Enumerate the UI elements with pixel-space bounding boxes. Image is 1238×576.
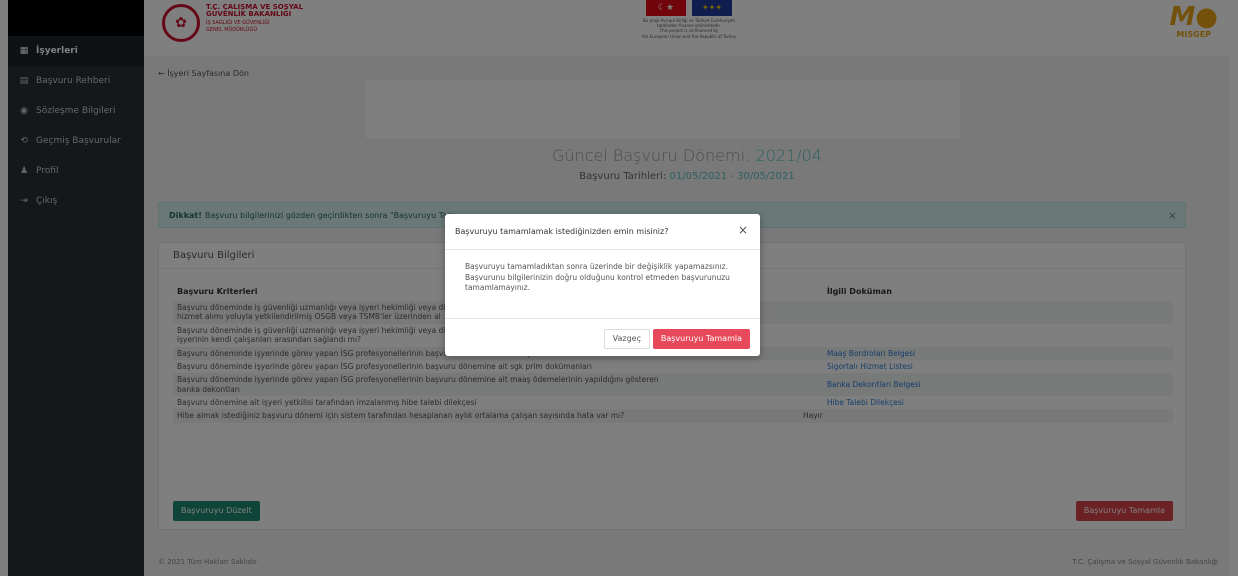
- confirm-modal: Başvuruyu tamamlamak istediğinizden emin…: [445, 214, 760, 356]
- confirm-complete-button[interactable]: Başvuruyu Tamamla: [652, 329, 750, 349]
- modal-footer: Vazgeç Başvuruyu Tamamla: [445, 318, 760, 356]
- modal-title: Başvuruyu tamamlamak istediğinizden emin…: [445, 214, 760, 250]
- cancel-button[interactable]: Vazgeç: [603, 329, 650, 349]
- modal-close-icon[interactable]: ×: [738, 223, 748, 237]
- modal-body-text: Başvuruyu tamamladıktan sonra üzerinde b…: [465, 262, 730, 292]
